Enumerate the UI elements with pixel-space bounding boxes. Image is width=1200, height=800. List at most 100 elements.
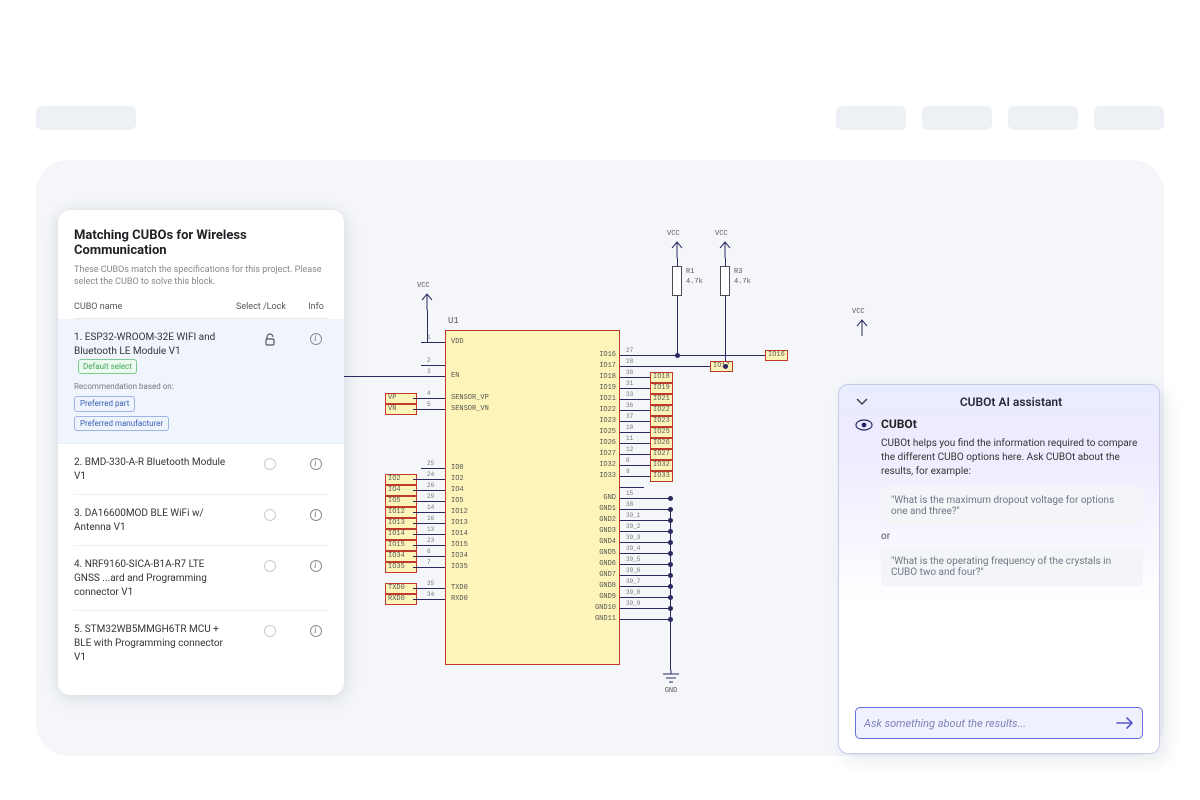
pin-number: 6 <box>427 548 431 555</box>
cubo-name: 3. DA16600MOD BLE WiFi w/ Antenna V1 <box>74 507 236 535</box>
schematic-view[interactable]: VCC VCC VCC VCC R1 4.7k R3 4.7k U1 GND 1… <box>370 220 910 700</box>
pin-number: 24 <box>427 471 434 478</box>
chip-designator: U1 <box>448 316 459 326</box>
preferred-manufacturer-chip: Preferred manufacturer <box>74 416 169 431</box>
gnd-symbol: GND <box>661 670 681 695</box>
preferred-part-chip: Preferred part <box>74 396 135 411</box>
pin-number: 30 <box>626 369 633 376</box>
net-label: IO17 <box>710 361 733 372</box>
select-radio[interactable] <box>264 625 276 637</box>
pin-number: 10 <box>626 424 633 431</box>
net-label: IO21 <box>650 394 673 405</box>
pin-name: IO26 <box>580 439 616 447</box>
r3-name: R3 <box>734 268 742 276</box>
pin-name: GND2 <box>580 516 616 524</box>
cubo-item[interactable]: 4. NRF9160-SICA-B1A-R7 LTE GNSS ...ard a… <box>74 546 328 611</box>
pin-name: IO27 <box>580 450 616 458</box>
select-radio[interactable] <box>264 458 276 470</box>
pin-name: IO2 <box>451 475 464 483</box>
cubo-item[interactable]: 2. BMD-330-A-R Bluetooth Module V1 <box>74 444 328 495</box>
pin-number: 12 <box>626 446 633 453</box>
pin-number: 28 <box>626 358 633 365</box>
cubo-item[interactable]: 3. DA16600MOD BLE WiFi w/ Antenna V1 <box>74 495 328 546</box>
pin-name: IO32 <box>580 461 616 469</box>
net-label: IO23 <box>650 416 673 427</box>
pin-number: 39_7 <box>626 578 640 585</box>
r1-name: R1 <box>686 268 694 276</box>
send-icon[interactable] <box>1116 716 1134 730</box>
pin-number: 5 <box>427 401 431 408</box>
panel-columns-header: CUBO name Select /Lock Info <box>74 302 328 319</box>
pin-number: 39_1 <box>626 512 640 519</box>
pin-name: GND11 <box>580 615 616 623</box>
pin-name: GND1 <box>580 505 616 513</box>
pin-number: 23 <box>427 537 434 544</box>
recommendation-heading: Recommendation based on: <box>74 381 228 392</box>
chevron-down-icon[interactable] <box>855 395 869 409</box>
info-icon[interactable] <box>310 625 322 637</box>
pin-name: IO16 <box>580 351 616 359</box>
pin-number: 11 <box>626 435 633 442</box>
cubo-item[interactable]: 1. ESP32-WROOM-32E WIFI and Bluetooth LE… <box>58 319 344 444</box>
net-label: IO25 <box>650 427 673 438</box>
pin-number: 39_3 <box>626 534 640 541</box>
pin-number: 9 <box>626 468 630 475</box>
pin-name: IO12 <box>451 508 468 516</box>
pin-number: 33 <box>626 391 633 398</box>
pin-number: 2 <box>427 357 431 364</box>
pin-name: GND10 <box>580 604 616 612</box>
chat-input[interactable]: Ask something about the results... <box>855 707 1143 739</box>
pin-number: 38 <box>626 501 633 508</box>
pin-number: 15 <box>626 490 633 497</box>
pin-number: 39_2 <box>626 523 640 530</box>
col-info-header: Info <box>304 302 328 312</box>
r3-value: 4.7k <box>734 278 751 286</box>
pin-number: 34 <box>427 591 434 598</box>
pin-number: 31 <box>626 380 633 387</box>
select-radio[interactable] <box>264 560 276 572</box>
pin-name: GND9 <box>580 593 616 601</box>
gnd-label: GND <box>661 687 681 695</box>
info-icon[interactable] <box>310 333 322 345</box>
pin-name: IO14 <box>451 530 468 538</box>
pin-name: IO21 <box>580 395 616 403</box>
cubo-name: 1. ESP32-WROOM-32E WIFI and Bluetooth LE… <box>74 332 215 357</box>
pin-number: 26 <box>427 482 434 489</box>
lock-icon[interactable] <box>264 333 276 347</box>
net-label: IO26 <box>650 438 673 449</box>
or-separator: or <box>881 531 1143 542</box>
matching-cubos-panel: Matching CUBOs for Wireless Communicatio… <box>58 210 344 695</box>
pin-name: IO17 <box>580 362 616 370</box>
pin-number: 8 <box>626 457 630 464</box>
pin-name: IO18 <box>580 373 616 381</box>
pin-name: IO22 <box>580 406 616 414</box>
vcc-label: VCC <box>715 230 728 238</box>
pin-number: 39_6 <box>626 567 640 574</box>
vcc-arrow-icon: VCC <box>420 292 434 310</box>
cubo-item[interactable]: 5. STM32WB5MMGH6TR MCU + BLE with Progra… <box>74 611 328 675</box>
panel-title: Matching CUBOs for Wireless Communicatio… <box>74 228 328 258</box>
net-label: IO22 <box>650 405 673 416</box>
pin-number: 35 <box>427 580 434 587</box>
info-icon[interactable] <box>310 458 322 470</box>
select-radio[interactable] <box>264 509 276 521</box>
pin-name: SENSOR_VP <box>451 394 489 402</box>
pin-number: 39_4 <box>626 545 640 552</box>
pin-number: 36 <box>626 402 633 409</box>
vcc-arrow-icon: VCC <box>670 240 684 258</box>
pin-name: IO23 <box>580 417 616 425</box>
info-icon[interactable] <box>310 560 322 572</box>
net-label: IO19 <box>650 383 673 394</box>
pin-number: 14 <box>427 504 434 511</box>
nav-placeholder-left <box>36 106 136 130</box>
vcc-label: VCC <box>667 230 680 238</box>
pin-name: IO34 <box>451 552 468 560</box>
pin-name: GND3 <box>580 527 616 535</box>
net-label: IO18 <box>650 372 673 383</box>
pin-name: IO25 <box>580 428 616 436</box>
cubo-name: 5. STM32WB5MMGH6TR MCU + BLE with Progra… <box>74 623 236 665</box>
info-icon[interactable] <box>310 509 322 521</box>
pin-number: 39_5 <box>626 556 640 563</box>
pin-name: IO0 <box>451 464 464 472</box>
pin-number: 13 <box>427 526 434 533</box>
